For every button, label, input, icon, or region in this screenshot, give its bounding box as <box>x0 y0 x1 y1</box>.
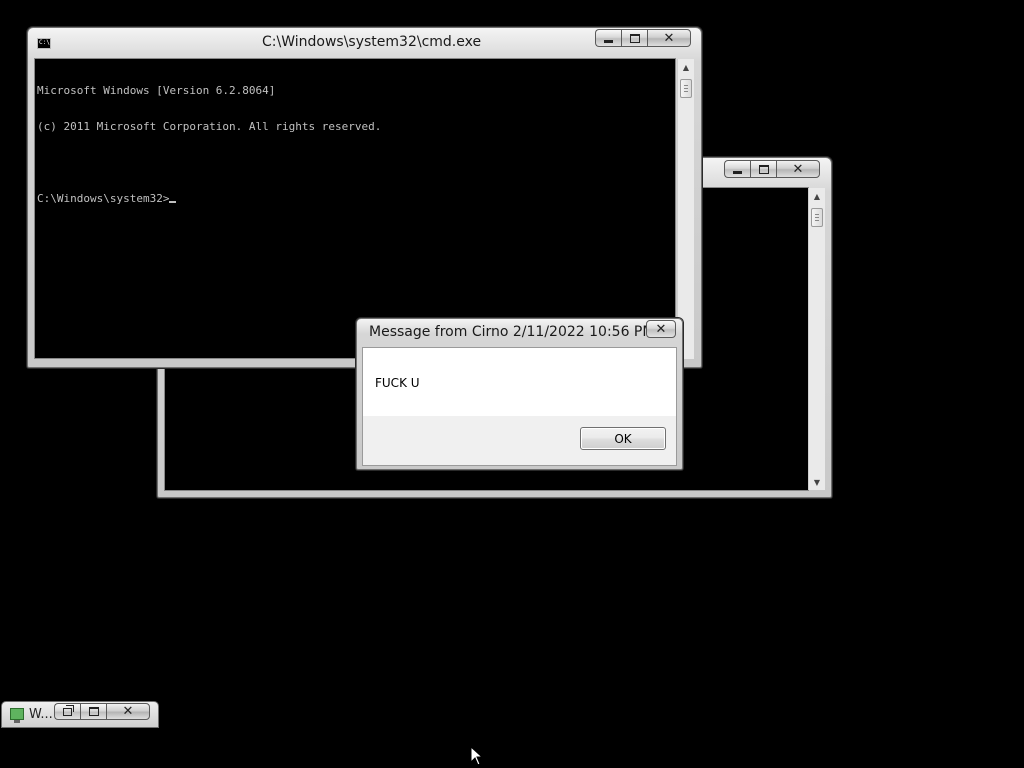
close-icon: ✕ <box>122 704 134 719</box>
minimized-window-label: W... <box>29 707 53 722</box>
dialog-caption-buttons: ✕ <box>646 320 676 338</box>
dialog-message: FUCK U <box>375 376 420 390</box>
maximize-button[interactable] <box>621 29 647 47</box>
console-prompt-line: C:\Windows\system32> <box>37 193 675 205</box>
ok-button[interactable]: OK <box>580 427 666 450</box>
scroll-up-arrow-icon[interactable]: ▲ <box>678 59 694 75</box>
close-button[interactable]: ✕ <box>106 703 150 720</box>
mouse-cursor-icon <box>470 746 484 766</box>
scroll-up-arrow-icon[interactable]: ▲ <box>809 188 825 204</box>
maximize-icon <box>758 164 769 174</box>
minimize-button[interactable] <box>595 29 621 47</box>
console-prompt: C:\Windows\system32> <box>37 192 170 205</box>
console-line: (c) 2011 Microsoft Corporation. All righ… <box>37 120 382 133</box>
cmd-caption-buttons: ✕ <box>595 29 691 47</box>
restore-button[interactable] <box>54 703 80 720</box>
close-icon: ✕ <box>792 161 804 177</box>
minimized-caption-buttons: ✕ <box>54 703 150 720</box>
cmd-vertical-scrollbar[interactable]: ▲ <box>677 59 694 359</box>
minimized-window[interactable]: W... ✕ <box>1 701 159 728</box>
maximize-button[interactable] <box>80 703 106 720</box>
maximize-button[interactable] <box>750 160 776 178</box>
minimize-button[interactable] <box>724 160 750 178</box>
scroll-down-arrow-icon[interactable]: ▼ <box>809 474 825 490</box>
restore-icon <box>63 704 74 716</box>
cmd-console-output[interactable]: Microsoft Windows [Version 6.2.8064] (c)… <box>34 58 676 359</box>
maximize-icon <box>629 33 640 43</box>
computer-icon <box>10 708 24 723</box>
console-line: Microsoft Windows [Version 6.2.8064] <box>37 84 276 97</box>
close-button[interactable]: ✕ <box>647 29 691 47</box>
dialog-title: Message from Cirno 2/11/2022 10:56 PM <box>369 324 655 340</box>
minimize-icon <box>733 170 742 174</box>
cmd-window[interactable]: C:\Windows\system32\cmd.exe ✕ Microsoft … <box>27 27 702 368</box>
close-button[interactable]: ✕ <box>776 160 820 178</box>
back-vertical-scrollbar[interactable]: ▲ ▼ <box>808 188 825 490</box>
close-button[interactable]: ✕ <box>646 320 676 338</box>
scroll-thumb[interactable] <box>680 79 692 98</box>
close-icon: ✕ <box>663 30 675 46</box>
message-dialog[interactable]: Message from Cirno 2/11/2022 10:56 PM ✕ … <box>356 318 683 470</box>
minimize-icon <box>604 39 613 43</box>
scroll-thumb[interactable] <box>811 208 823 227</box>
back-window-caption-buttons: ✕ <box>724 160 820 178</box>
cmd-window-title: C:\Windows\system32\cmd.exe <box>262 34 482 50</box>
maximize-icon <box>88 707 99 716</box>
text-cursor <box>169 201 177 203</box>
dialog-content: FUCK U OK <box>362 347 677 466</box>
cmd-app-icon[interactable] <box>37 38 51 49</box>
close-icon: ✕ <box>655 321 667 337</box>
dialog-button-bar: OK <box>363 416 676 465</box>
